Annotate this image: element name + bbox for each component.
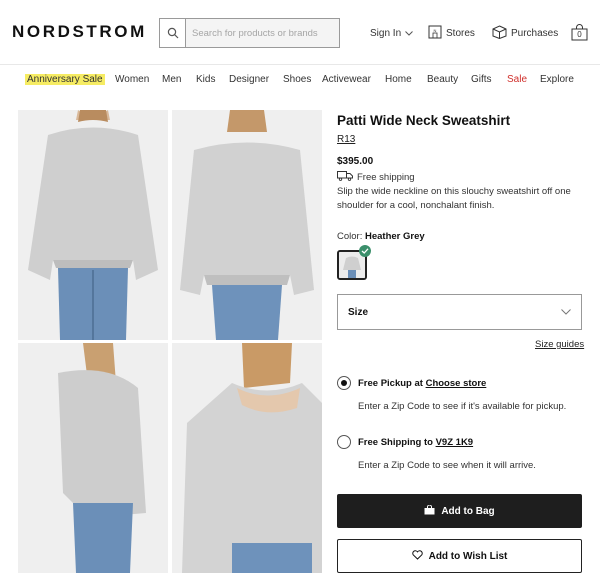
product-photo-side[interactable] xyxy=(18,343,168,573)
shopping-bag-button[interactable]: 0 xyxy=(571,24,588,46)
product-title: Patti Wide Neck Sweatshirt xyxy=(337,113,511,128)
free-shipping-label: Free shipping xyxy=(357,172,415,183)
brand-link[interactable]: R13 xyxy=(337,134,355,145)
stores-label: Stores xyxy=(446,28,475,39)
pickup-label: Free Pickup at xyxy=(358,378,423,389)
add-to-bag-label: Add to Bag xyxy=(441,505,495,517)
shipping-subtext: Enter a Zip Code to see when it will arr… xyxy=(358,460,536,471)
nav-item-anniversary-sale[interactable]: Anniversary Sale xyxy=(25,74,105,85)
store-icon: N xyxy=(428,25,442,42)
nav-item-kids[interactable]: Kids xyxy=(196,74,215,85)
product-description: Slip the wide neckline on this slouchy s… xyxy=(337,186,571,211)
choose-store-link[interactable]: Choose store xyxy=(426,378,487,389)
nav-item-explore[interactable]: Explore xyxy=(540,74,574,85)
chevron-down-icon xyxy=(561,307,571,318)
product-photo-back[interactable] xyxy=(172,110,322,340)
bag-icon xyxy=(424,504,435,518)
nav-item-gifts[interactable]: Gifts xyxy=(471,74,492,85)
bag-count: 0 xyxy=(577,30,582,39)
product-photo-closeup[interactable] xyxy=(172,343,322,573)
add-to-wishlist-button[interactable]: Add to Wish List xyxy=(337,539,582,573)
postal-code-link[interactable]: V9Z 1K9 xyxy=(436,437,474,448)
free-shipping-note: Free shipping xyxy=(337,171,415,184)
product-photo-front[interactable] xyxy=(18,110,168,340)
sign-in-label: Sign In xyxy=(370,28,402,39)
purchases-link[interactable]: Purchases xyxy=(492,25,558,42)
nordstrom-logo[interactable]: NORDSTROM xyxy=(12,22,147,42)
product-price: $395.00 xyxy=(337,156,374,167)
search-icon[interactable] xyxy=(160,19,186,47)
nav-item-shoes[interactable]: Shoes xyxy=(283,74,311,85)
search-box[interactable]: Search for products or brands xyxy=(159,18,340,48)
nav-item-home[interactable]: Home xyxy=(385,74,412,85)
shipping-label: Free Shipping to xyxy=(358,437,433,448)
shipping-option: Free Shipping to V9Z 1K9 xyxy=(358,437,473,448)
size-label: Size xyxy=(348,306,369,318)
pickup-subtext: Enter a Zip Code to see if it's availabl… xyxy=(358,401,567,412)
color-selection-label: Color: Heather Grey xyxy=(337,231,425,242)
truck-icon xyxy=(337,171,353,184)
selected-check-icon xyxy=(359,245,371,257)
category-nav: Anniversary Sale Women Men Kids Designer… xyxy=(0,64,600,92)
nav-item-women[interactable]: Women xyxy=(115,74,149,85)
stores-link[interactable]: N Stores xyxy=(428,25,475,42)
nav-item-designer[interactable]: Designer xyxy=(229,74,269,85)
heart-icon xyxy=(411,549,423,563)
nav-item-men[interactable]: Men xyxy=(162,74,181,85)
nav-item-activewear[interactable]: Activewear xyxy=(322,74,371,85)
size-dropdown[interactable]: Size xyxy=(337,294,582,330)
svg-text:N: N xyxy=(434,28,437,33)
purchases-label: Purchases xyxy=(511,28,559,39)
add-to-wishlist-label: Add to Wish List xyxy=(428,550,508,562)
add-to-bag-button[interactable]: Add to Bag xyxy=(337,494,582,528)
color-label: Color: xyxy=(337,231,363,242)
nav-item-beauty[interactable]: Beauty xyxy=(427,74,458,85)
size-guides-link[interactable]: Size guides xyxy=(535,339,584,350)
sign-in-link[interactable]: Sign In xyxy=(370,28,413,39)
pickup-option: Free Pickup at Choose store xyxy=(358,378,486,389)
package-icon xyxy=(492,25,507,42)
shipping-radio[interactable] xyxy=(337,435,351,449)
nav-item-sale[interactable]: Sale xyxy=(507,74,527,85)
color-value: Heather Grey xyxy=(364,231,425,242)
search-input[interactable]: Search for products or brands xyxy=(186,28,318,39)
chevron-down-icon xyxy=(405,28,413,39)
pickup-radio[interactable] xyxy=(337,376,351,390)
